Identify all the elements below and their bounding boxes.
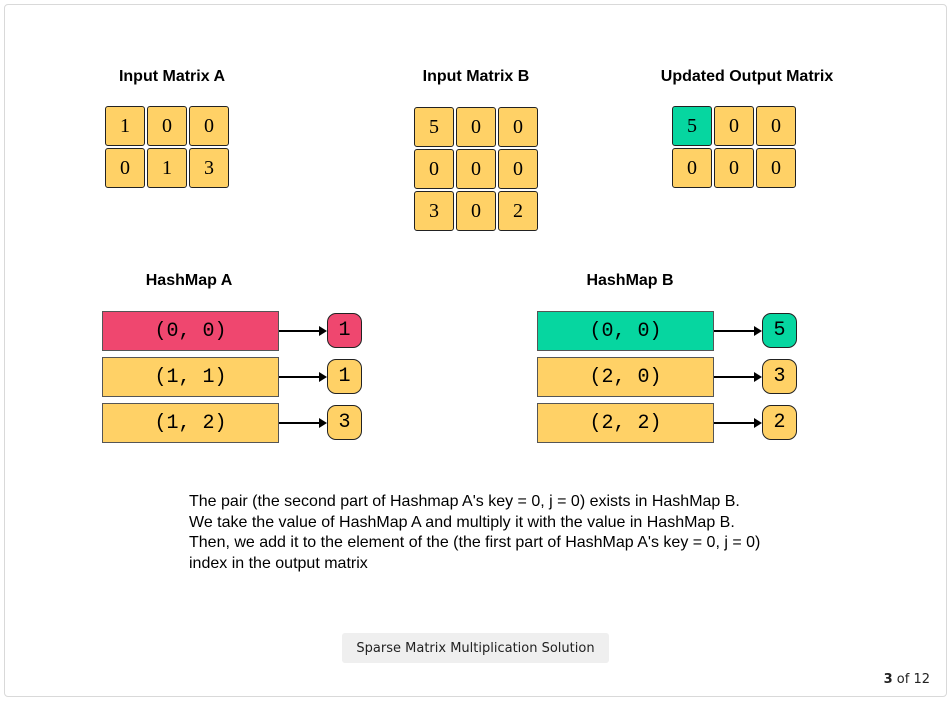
hashmap-b-title: HashMap B bbox=[586, 272, 674, 289]
hashmap-b-key: (2, 0) bbox=[537, 357, 714, 397]
matrix-b-cell: 0 bbox=[498, 149, 538, 189]
pager-total: 12 bbox=[913, 672, 930, 687]
matrix-a-cell: 0 bbox=[105, 148, 145, 188]
matrix-a-title: Input Matrix A bbox=[118, 68, 226, 85]
hashmap-b-value: 2 bbox=[762, 405, 797, 440]
pager-current: 3 bbox=[883, 672, 893, 687]
arrow-icon bbox=[279, 418, 327, 428]
matrix-b-title: Input Matrix B bbox=[422, 68, 530, 85]
matrix-b-cell: 2 bbox=[498, 191, 538, 231]
hashmap-a-value: 3 bbox=[327, 405, 362, 440]
arrow-icon bbox=[714, 326, 762, 336]
hashmap-a-title: HashMap A bbox=[145, 272, 233, 289]
explanation-text: The pair (the second part of Hashmap A's… bbox=[189, 492, 809, 574]
output-matrix-cell: 0 bbox=[714, 106, 754, 146]
output-matrix-cell: 0 bbox=[756, 148, 796, 188]
matrix-a-cell: 1 bbox=[147, 148, 187, 188]
output-matrix-cell: 0 bbox=[672, 148, 712, 188]
matrix-b-cell: 0 bbox=[414, 149, 454, 189]
hashmap-b-key: (2, 2) bbox=[537, 403, 714, 443]
explanation-line: We take the value of HashMap A and multi… bbox=[189, 513, 735, 531]
matrix-b-cell: 5 bbox=[414, 107, 454, 147]
slide-caption: Sparse Matrix Multiplication Solution bbox=[342, 633, 609, 663]
hashmap-b-value: 3 bbox=[762, 359, 797, 394]
matrix-a-cell: 3 bbox=[189, 148, 229, 188]
output-matrix-cell: 5 bbox=[672, 106, 712, 146]
arrow-icon bbox=[279, 372, 327, 382]
output-matrix-cell: 0 bbox=[714, 148, 754, 188]
arrow-icon bbox=[714, 372, 762, 382]
explanation-line: The pair (the second part of Hashmap A's… bbox=[189, 493, 740, 510]
hashmap-a-value: 1 bbox=[327, 359, 362, 394]
matrix-b-cell: 3 bbox=[414, 191, 454, 231]
hashmap-a-key: (1, 1) bbox=[102, 357, 279, 397]
matrix-b-cell: 0 bbox=[456, 191, 496, 231]
slide-pager: 3 of 12 bbox=[884, 672, 930, 687]
hashmap-a-value: 1 bbox=[327, 313, 362, 348]
arrow-icon bbox=[279, 326, 327, 336]
hashmap-b-key: (0, 0) bbox=[537, 311, 714, 351]
pager-of: of bbox=[896, 672, 910, 687]
matrix-a-cell: 1 bbox=[105, 106, 145, 146]
matrix-b-cell: 0 bbox=[456, 149, 496, 189]
hashmap-a-key: (0, 0) bbox=[102, 311, 279, 351]
arrow-icon bbox=[714, 418, 762, 428]
output-matrix-title: Updated Output Matrix bbox=[660, 68, 834, 85]
hashmap-b-value: 5 bbox=[762, 313, 797, 348]
matrix-b-cell: 0 bbox=[498, 107, 538, 147]
hashmap-a-key: (1, 2) bbox=[102, 403, 279, 443]
matrix-a-cell: 0 bbox=[147, 106, 187, 146]
matrix-b-cell: 0 bbox=[456, 107, 496, 147]
explanation-line: index in the output matrix bbox=[189, 554, 368, 572]
matrix-a-cell: 0 bbox=[189, 106, 229, 146]
output-matrix-cell: 0 bbox=[756, 106, 796, 146]
explanation-line: Then, we add it to the element of the (t… bbox=[189, 534, 761, 551]
